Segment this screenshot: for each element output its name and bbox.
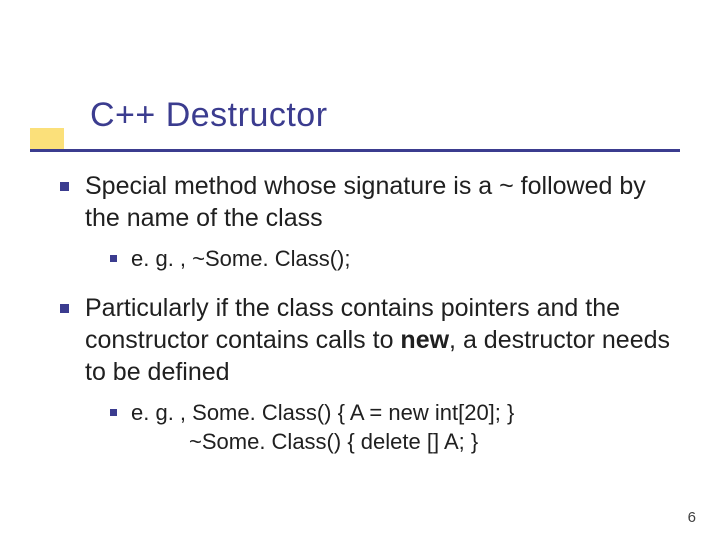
square-bullet-icon (110, 409, 117, 416)
page-number: 6 (688, 509, 696, 526)
bullet-1-text-a: Special method whose signature is a (85, 172, 499, 200)
square-bullet-icon (60, 304, 69, 313)
bullet-2-sub-line1: e. g. , Some. Class() { A = new int[20];… (131, 398, 680, 428)
title-accent-box (30, 128, 64, 150)
bullet-2-sub-line2: ~Some. Class() { delete [] A; } (131, 427, 680, 457)
bullet-1-sub: e. g. , ~Some. Class(); (110, 244, 680, 274)
bullet-2-sub: e. g. , Some. Class() { A = new int[20];… (110, 398, 680, 457)
bullet-2-bold: new (400, 326, 449, 354)
bullet-2-text: Particularly if the class contains point… (85, 292, 680, 388)
bullet-1-sub-text: e. g. , ~Some. Class(); (131, 244, 680, 274)
bullet-2-sub-text: e. g. , Some. Class() { A = new int[20];… (131, 398, 680, 457)
bullet-2: Particularly if the class contains point… (60, 292, 680, 388)
title-underline (30, 149, 680, 152)
bullet-1: Special method whose signature is a ~ fo… (60, 170, 680, 234)
slide-title: C++ Destructor (90, 96, 328, 135)
square-bullet-icon (110, 255, 117, 262)
slide-body: Special method whose signature is a ~ fo… (60, 170, 680, 475)
slide: C++ Destructor Special method whose sign… (0, 0, 720, 540)
bullet-1-text: Special method whose signature is a ~ fo… (85, 170, 680, 234)
square-bullet-icon (60, 182, 69, 191)
bullet-1-tilde: ~ (499, 172, 514, 200)
